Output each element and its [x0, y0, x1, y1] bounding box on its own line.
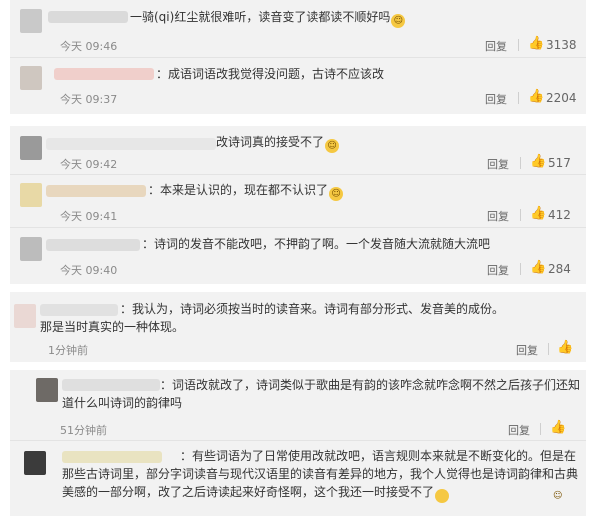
- avatar[interactable]: [20, 66, 42, 90]
- comment-text-body: ：诗词的发音不能改吧，不押韵了啊。一个发音随大流就随大流吧: [142, 237, 491, 251]
- username-blurred[interactable]: [46, 239, 140, 251]
- like-icon[interactable]: 👍: [528, 90, 544, 104]
- like-count: 3138: [546, 38, 577, 52]
- comment-time: 1分钟前: [48, 344, 88, 357]
- username-blurred[interactable]: [54, 68, 154, 80]
- emoji-icon: ☺: [435, 489, 562, 503]
- avatar[interactable]: [20, 183, 42, 207]
- comment-text: ：成语词语改我觉得没问题，古诗不应该改: [156, 65, 384, 83]
- comment-time: 今天 09:37: [60, 93, 118, 106]
- comment-item: ：有些词语为了日常使用改就改吧，语言规则本来就是不断变化的。但是在那些古诗词里，…: [10, 441, 586, 516]
- avatar[interactable]: [14, 304, 36, 328]
- like-count: 412: [548, 208, 571, 222]
- comment-time: 51分钟前: [60, 424, 107, 437]
- comment-time: 今天 09:42: [60, 158, 118, 171]
- action-divider: [548, 343, 549, 355]
- action-divider: [518, 39, 519, 51]
- emoji-icon: ☺: [325, 139, 340, 153]
- reply-button[interactable]: 回复: [487, 262, 509, 278]
- comment-text: ：本来是认识的，现在都不认识了 ☺: [148, 181, 344, 201]
- like-icon[interactable]: 👍: [530, 207, 546, 221]
- comment-text-body: ：本来是认识的，现在都不认识了: [148, 183, 329, 197]
- reply-button[interactable]: 回复: [485, 38, 507, 54]
- username-blurred[interactable]: [46, 138, 216, 150]
- comment-text: ：我认为，诗词必须按当时的读音来。诗词有部分形式、发音美的成份。那是当时真实的一…: [40, 300, 506, 336]
- like-count: 2204: [546, 91, 577, 105]
- emoji-icon: ☺: [391, 14, 406, 28]
- comment-group-2: 改诗词真的接受不了 ☺ 今天 09:42 回复 👍 517 ：本来是认识的，现在都…: [10, 126, 586, 284]
- comment-item: ：诗词的发音不能改吧，不押韵了啊。一个发音随大流就随大流吧 今天 09:40 回…: [10, 228, 586, 284]
- username-blurred[interactable]: [46, 185, 146, 197]
- comment-item: 改诗词真的接受不了 ☺ 今天 09:42 回复 👍 517: [10, 126, 586, 174]
- action-divider: [520, 263, 521, 275]
- comment-text: ：有些词语为了日常使用改就改吧，语言规则本来就是不断变化的。但是在那些古诗词里，…: [62, 447, 582, 503]
- like-count: 284: [548, 262, 571, 276]
- comment-text-body: ：我认为，诗词必须按当时的读音来。诗词有部分形式、发音美的成份。那是当时真实的一…: [40, 302, 505, 334]
- avatar[interactable]: [20, 237, 42, 261]
- like-icon[interactable]: 👍: [557, 341, 573, 355]
- comment-text-body: ：词语改就改了，诗词类似于歌曲是有韵的该咋念就咋念啊不然之后孩子们还知道什么叫诗…: [62, 378, 581, 410]
- action-divider: [540, 423, 541, 435]
- comment-text: ：词语改就改了，诗词类似于歌曲是有韵的该咋念就咋念啊不然之后孩子们还知道什么叫诗…: [62, 376, 584, 412]
- username-blurred[interactable]: [48, 11, 128, 23]
- reply-button[interactable]: 回复: [516, 342, 538, 358]
- comment-time: 今天 09:46: [60, 40, 118, 53]
- comment-group-3: ：我认为，诗词必须按当时的读音来。诗词有部分形式、发音美的成份。那是当时真实的一…: [10, 292, 586, 362]
- avatar[interactable]: [20, 9, 42, 33]
- comment-item: ：本来是认识的，现在都不认识了 ☺ 今天 09:41 回复 👍 412: [10, 175, 586, 227]
- comment-item: ：我认为，诗词必须按当时的读音来。诗词有部分形式、发音美的成份。那是当时真实的一…: [10, 292, 586, 362]
- comment-text-body: 一骑(qi)红尘就很难听，读音变了读都读不顺好吗: [130, 10, 391, 24]
- comment-group-4: ：词语改就改了，诗词类似于歌曲是有韵的该咋念就咋念啊不然之后孩子们还知道什么叫诗…: [10, 370, 586, 516]
- comment-time: 今天 09:40: [60, 264, 118, 277]
- comment-text: 改诗词真的接受不了 ☺: [216, 133, 340, 153]
- comment-item: 一骑(qi)红尘就很难听，读音变了读都读不顺好吗 ☺ 今天 09:46 回复 👍 …: [10, 0, 586, 57]
- action-divider: [520, 157, 521, 169]
- like-count: 517: [548, 156, 571, 170]
- comment-text-body: 改诗词真的接受不了: [216, 135, 325, 149]
- action-divider: [518, 92, 519, 104]
- comment-group-1: 一骑(qi)红尘就很难听，读音变了读都读不顺好吗 ☺ 今天 09:46 回复 👍 …: [10, 0, 586, 114]
- avatar[interactable]: [20, 136, 42, 160]
- emoji-icon: ☺: [329, 187, 344, 201]
- comment-item: ：成语词语改我觉得没问题，古诗不应该改 今天 09:37 回复 👍 2204: [10, 58, 586, 114]
- reply-button[interactable]: 回复: [485, 91, 507, 107]
- comment-text-body: ：有些词语为了日常使用改就改吧，语言规则本来就是不断变化的。但是在那些古诗词里，…: [62, 449, 579, 499]
- avatar[interactable]: [24, 451, 46, 475]
- comment-time: 今天 09:41: [60, 210, 118, 223]
- comment-text-body: ：成语词语改我觉得没问题，古诗不应该改: [156, 67, 385, 81]
- avatar[interactable]: [36, 378, 58, 402]
- like-icon[interactable]: 👍: [550, 421, 566, 435]
- comment-item: ：词语改就改了，诗词类似于歌曲是有韵的该咋念就咋念啊不然之后孩子们还知道什么叫诗…: [10, 370, 586, 440]
- like-icon[interactable]: 👍: [530, 261, 546, 275]
- reply-button[interactable]: 回复: [508, 422, 530, 438]
- comment-text: 一骑(qi)红尘就很难听，读音变了读都读不顺好吗 ☺: [130, 8, 406, 28]
- reply-button[interactable]: 回复: [487, 156, 509, 172]
- comment-text: ：诗词的发音不能改吧，不押韵了啊。一个发音随大流就随大流吧: [142, 235, 490, 253]
- like-icon[interactable]: 👍: [528, 37, 544, 51]
- reply-button[interactable]: 回复: [487, 208, 509, 224]
- action-divider: [520, 209, 521, 221]
- like-icon[interactable]: 👍: [530, 155, 546, 169]
